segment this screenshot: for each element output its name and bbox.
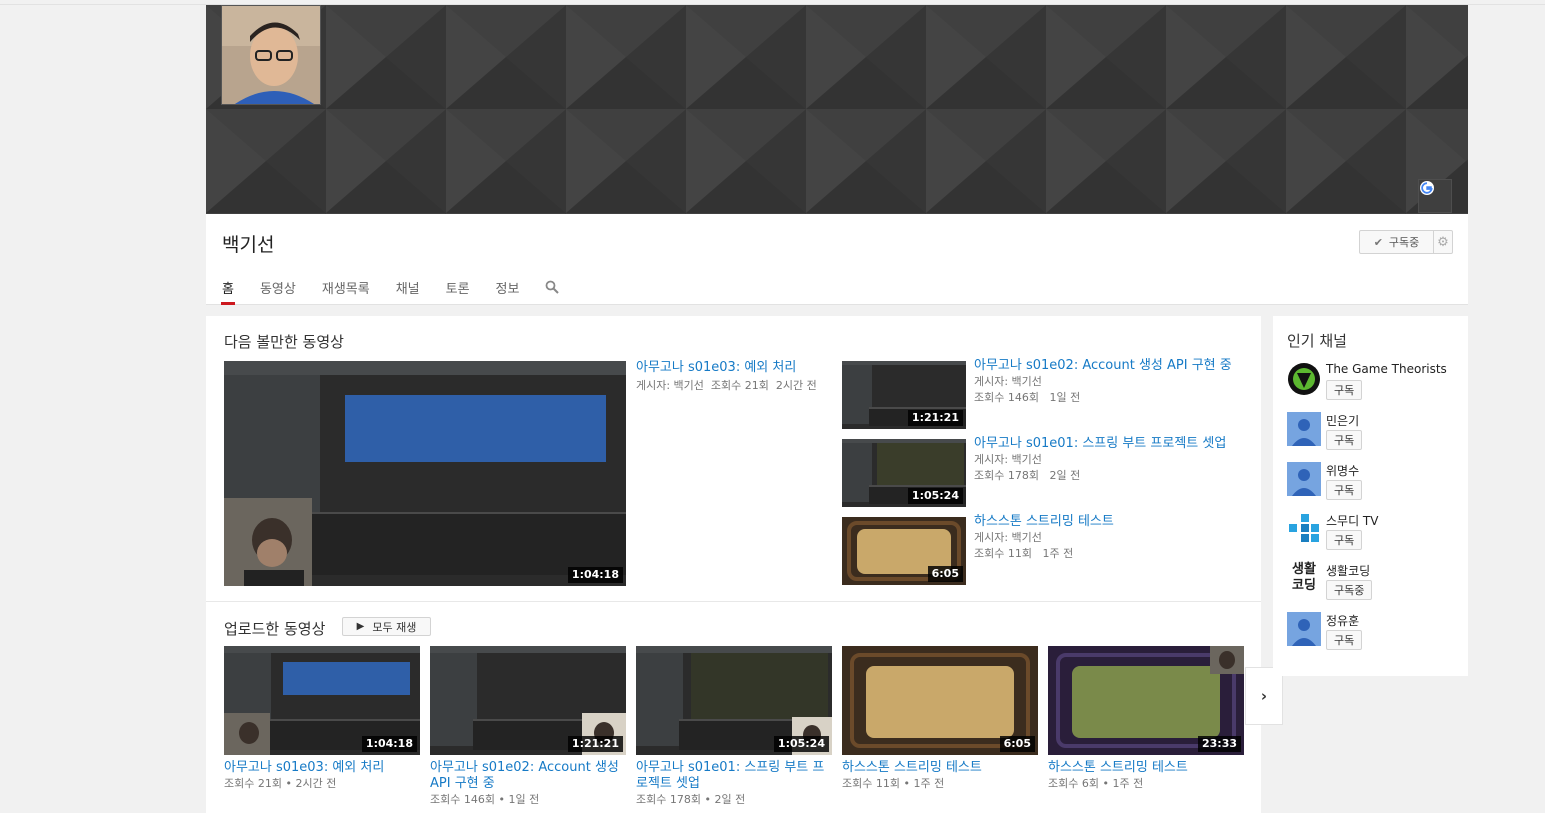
subscribe-label: 구독중 xyxy=(1388,236,1420,249)
upload-video-title[interactable]: 아무고나 s01e03: 예외 처리 xyxy=(224,760,384,776)
subscribe-button[interactable]: ✔ 구독중 xyxy=(1359,230,1434,254)
channel-name: 백기선 xyxy=(222,234,275,256)
subscribe-button[interactable]: 구독 xyxy=(1326,480,1363,500)
upload-video-meta: 조회수 6회 • 1주 전 xyxy=(1048,777,1144,790)
tab-home[interactable]: 홈 xyxy=(221,278,235,305)
channel-name[interactable]: 위명수 xyxy=(1326,462,1359,479)
search-icon[interactable] xyxy=(545,278,560,305)
upload-video-meta: 조회수 11회 • 1주 전 xyxy=(842,777,945,790)
channel-item: 위명수 구독 xyxy=(1287,462,1462,508)
default-person-icon[interactable] xyxy=(1287,462,1321,496)
list-video-meta: 조회수 11회 1주 전 xyxy=(974,547,1074,560)
upload-video-thumbnail[interactable]: 6:05 xyxy=(842,646,1038,755)
tab-channels[interactable]: 채널 xyxy=(396,278,420,305)
google-plus-link[interactable] xyxy=(1418,179,1452,213)
upload-video-title[interactable]: 아무고나 s01e02: Account 생성 xyxy=(430,760,619,776)
list-video-author: 게시자: 백기선 xyxy=(974,453,1042,466)
list-video-thumbnail[interactable]: 1:21:21 xyxy=(842,361,966,429)
gear-icon: ⚙ xyxy=(1437,234,1449,250)
list-video-thumbnail[interactable]: 1:05:24 xyxy=(842,439,966,507)
popular-channels-sidebar: 인기 채널 The Game Theorists 구독 민은기 구독 위명수 구… xyxy=(1273,316,1468,676)
channel-avatar[interactable] xyxy=(221,5,321,105)
saenghwal-coding-logo[interactable]: 생활 코딩 xyxy=(1287,562,1321,596)
list-video-meta: 조회수 146회 1일 전 xyxy=(974,391,1081,404)
webcam-overlay xyxy=(224,713,270,755)
featured-video-thumbnail[interactable]: 1:04:18 xyxy=(224,361,626,586)
video-duration: 1:05:24 xyxy=(907,488,963,504)
video-duration: 1:05:24 xyxy=(773,736,829,752)
featured-video-title[interactable]: 아무고나 s01e03: 예외 처리 xyxy=(636,360,796,376)
video-duration: 1:21:21 xyxy=(907,410,963,426)
section-divider xyxy=(206,601,1261,602)
default-person-icon[interactable] xyxy=(1287,412,1321,446)
play-all-label: 모두 재생 xyxy=(372,620,417,634)
list-video-title[interactable]: 아무고나 s01e02: Account 생성 API 구현 중 xyxy=(974,358,1232,374)
upload-video-meta: 조회수 21회 • 2시간 전 xyxy=(224,777,337,790)
channel-name[interactable]: 생활코딩 xyxy=(1326,562,1370,579)
video-duration: 6:05 xyxy=(927,566,963,582)
list-video-author: 게시자: 백기선 xyxy=(974,375,1042,388)
banner-pattern xyxy=(206,5,1468,214)
channel-item: 정유훈 구독 xyxy=(1287,612,1462,658)
upload-video-title[interactable]: 하스스톤 스트리밍 테스트 xyxy=(1048,760,1188,776)
sidebar-title: 인기 채널 xyxy=(1287,332,1347,350)
video-duration: 6:05 xyxy=(999,736,1035,752)
upload-video-thumbnail[interactable]: 1:21:21 xyxy=(430,646,626,755)
upload-video-title-line2[interactable]: API 구현 중 xyxy=(430,776,495,792)
webcam-overlay xyxy=(224,498,312,586)
video-duration: 1:04:18 xyxy=(361,736,417,752)
upload-video-meta: 조회수 146회 • 1일 전 xyxy=(430,793,540,806)
list-video-author: 게시자: 백기선 xyxy=(974,531,1042,544)
channel-header: 백기선 ✔ 구독중 ⚙ 홈 동영상 재생목록 채널 토론 정보 xyxy=(206,214,1468,305)
chevron-right-icon: › xyxy=(1260,687,1268,705)
subscribe-button[interactable]: 구독 xyxy=(1326,530,1363,550)
upload-video-title[interactable]: 아무고나 s01e01: 스프링 부트 프 xyxy=(636,760,824,776)
uploads-section-title: 업로드한 동영상 xyxy=(224,620,326,638)
tab-playlists[interactable]: 재생목록 xyxy=(322,278,370,305)
list-video-thumbnail[interactable]: 6:05 xyxy=(842,517,966,585)
channel-banner xyxy=(206,5,1468,214)
channel-item: 생활 코딩 생활코딩 구독중 xyxy=(1287,562,1462,608)
subscribed-button[interactable]: 구독중 xyxy=(1326,580,1373,600)
upload-video-title[interactable]: 하스스톤 스트리밍 테스트 xyxy=(842,760,982,776)
list-video-title[interactable]: 하스스톤 스트리밍 테스트 xyxy=(974,514,1114,530)
video-duration: 1:21:21 xyxy=(567,736,623,752)
video-duration: 1:04:18 xyxy=(567,567,623,583)
subscription-settings-button[interactable]: ⚙ xyxy=(1433,230,1453,254)
upload-video-thumbnail[interactable]: 1:05:24 xyxy=(636,646,832,755)
channel-name[interactable]: The Game Theorists xyxy=(1326,362,1447,376)
play-all-button[interactable]: ▶ 모두 재생 xyxy=(342,617,431,636)
list-video-title[interactable]: 아무고나 s01e01: 스프링 부트 프로젝트 셋업 xyxy=(974,436,1226,452)
channel-item: The Game Theorists 구독 xyxy=(1287,362,1462,408)
subscribe-button[interactable]: 구독 xyxy=(1326,630,1363,650)
checkmark-icon: ✔ xyxy=(1373,235,1383,249)
channel-name[interactable]: 민은기 xyxy=(1326,412,1359,429)
main-content: 다음 볼만한 동영상 1:04:18 아무고나 s01e03: 예외 처리 게시… xyxy=(206,316,1261,813)
video-duration: 23:33 xyxy=(1197,736,1241,752)
featured-video-meta: 게시자: 백기선 조회수 21회 2시간 전 xyxy=(636,379,817,392)
tab-discussion[interactable]: 토론 xyxy=(446,278,470,305)
upload-video-thumbnail[interactable]: 1:04:18 xyxy=(224,646,420,755)
upload-video-meta: 조회수 178회 • 2일 전 xyxy=(636,793,746,806)
channel-name[interactable]: 스무디 TV xyxy=(1326,512,1378,529)
tab-videos[interactable]: 동영상 xyxy=(260,278,296,305)
channel-item: 민은기 구독 xyxy=(1287,412,1462,458)
default-person-icon[interactable] xyxy=(1287,612,1321,646)
upload-video-title-line2[interactable]: 로젝트 셋업 xyxy=(636,776,700,792)
channel-name[interactable]: 정유훈 xyxy=(1326,612,1359,629)
channel-item: 스무디 TV 구독 xyxy=(1287,512,1462,558)
upload-video-thumbnail[interactable]: 23:33 xyxy=(1048,646,1244,755)
list-video-meta: 조회수 178회 2일 전 xyxy=(974,469,1081,482)
webcam-overlay xyxy=(1210,646,1244,674)
subscribe-button[interactable]: 구독 xyxy=(1326,380,1363,400)
channel-tabs: 홈 동영상 재생목록 채널 토론 정보 xyxy=(221,278,585,305)
game-theorists-logo[interactable] xyxy=(1287,362,1321,396)
tab-about[interactable]: 정보 xyxy=(496,278,520,305)
featured-section-title: 다음 볼만한 동영상 xyxy=(224,333,344,351)
smoothie-tv-logo[interactable] xyxy=(1287,512,1321,546)
play-icon: ▶ xyxy=(356,621,365,632)
subscribe-button[interactable]: 구독 xyxy=(1326,430,1363,450)
